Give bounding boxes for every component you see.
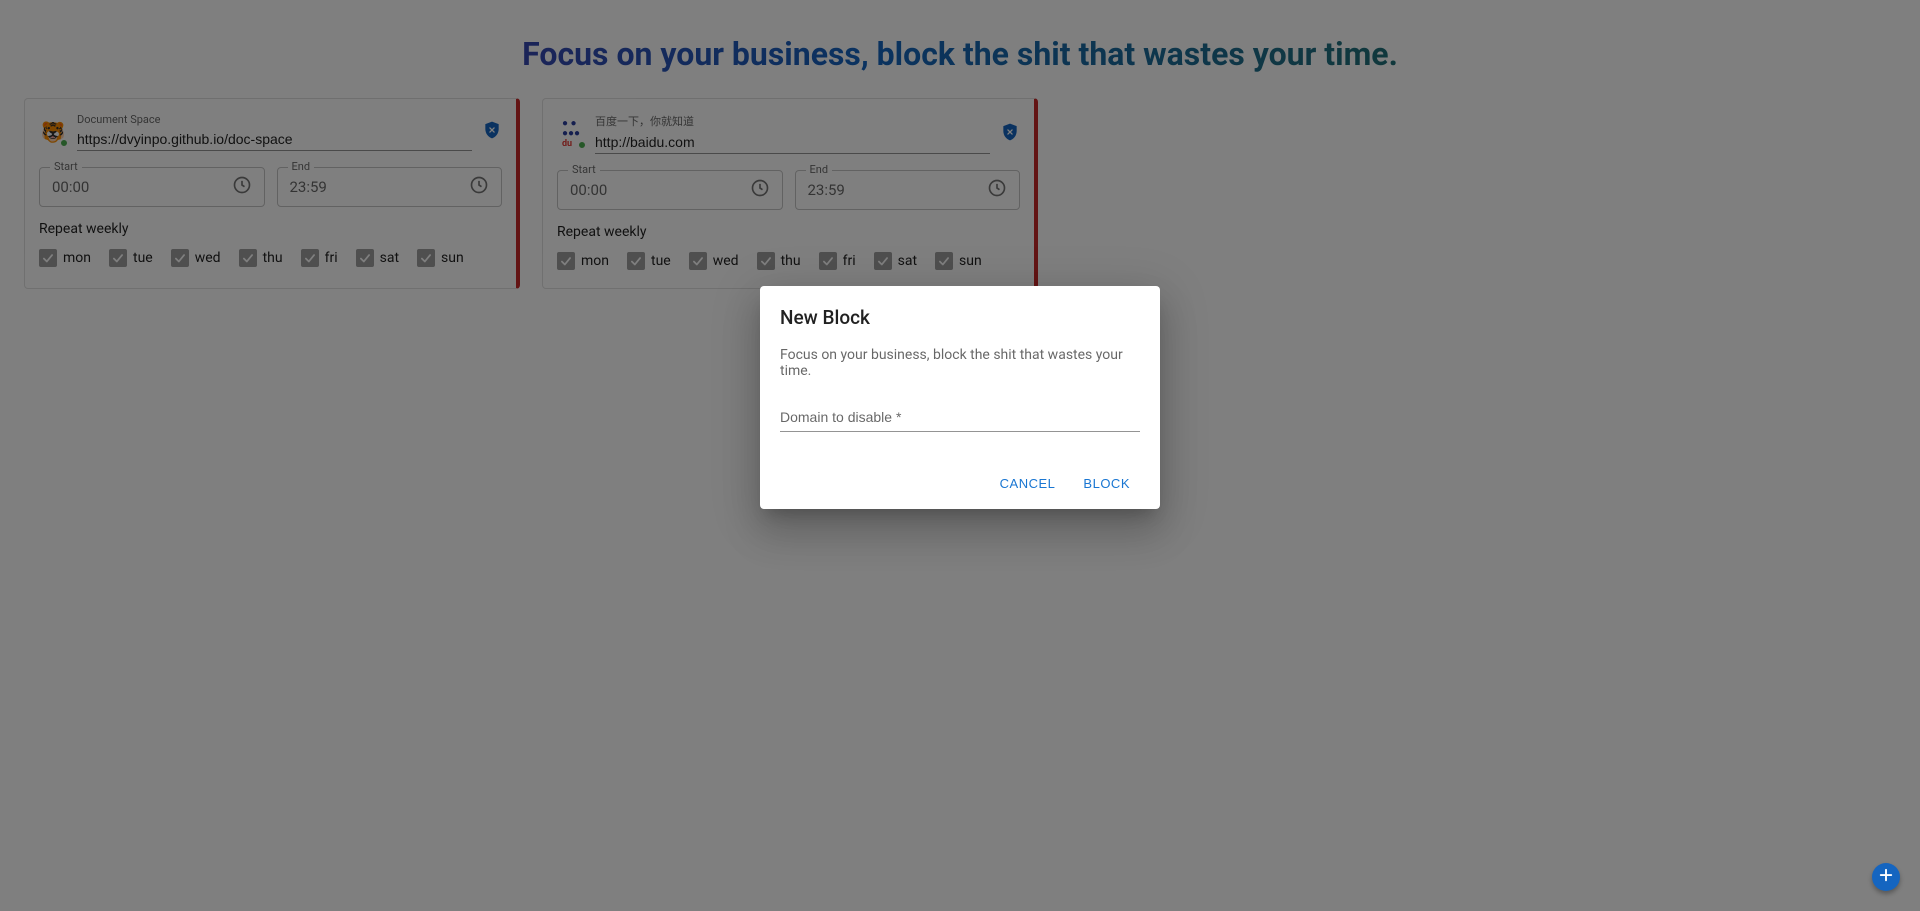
add-block-fab[interactable] — [1872, 863, 1900, 891]
block-button[interactable]: BLOCK — [1073, 468, 1140, 499]
dialog-actions: CANCEL BLOCK — [780, 468, 1140, 499]
plus-icon — [1877, 866, 1895, 888]
dialog-title: New Block — [780, 306, 1140, 329]
dialog-subtitle: Focus on your business, block the shit t… — [780, 347, 1140, 379]
modal-overlay[interactable]: New Block Focus on your business, block … — [0, 0, 1920, 911]
cancel-button[interactable]: CANCEL — [990, 468, 1066, 499]
domain-input[interactable] — [780, 403, 1140, 432]
new-block-dialog: New Block Focus on your business, block … — [760, 286, 1160, 509]
